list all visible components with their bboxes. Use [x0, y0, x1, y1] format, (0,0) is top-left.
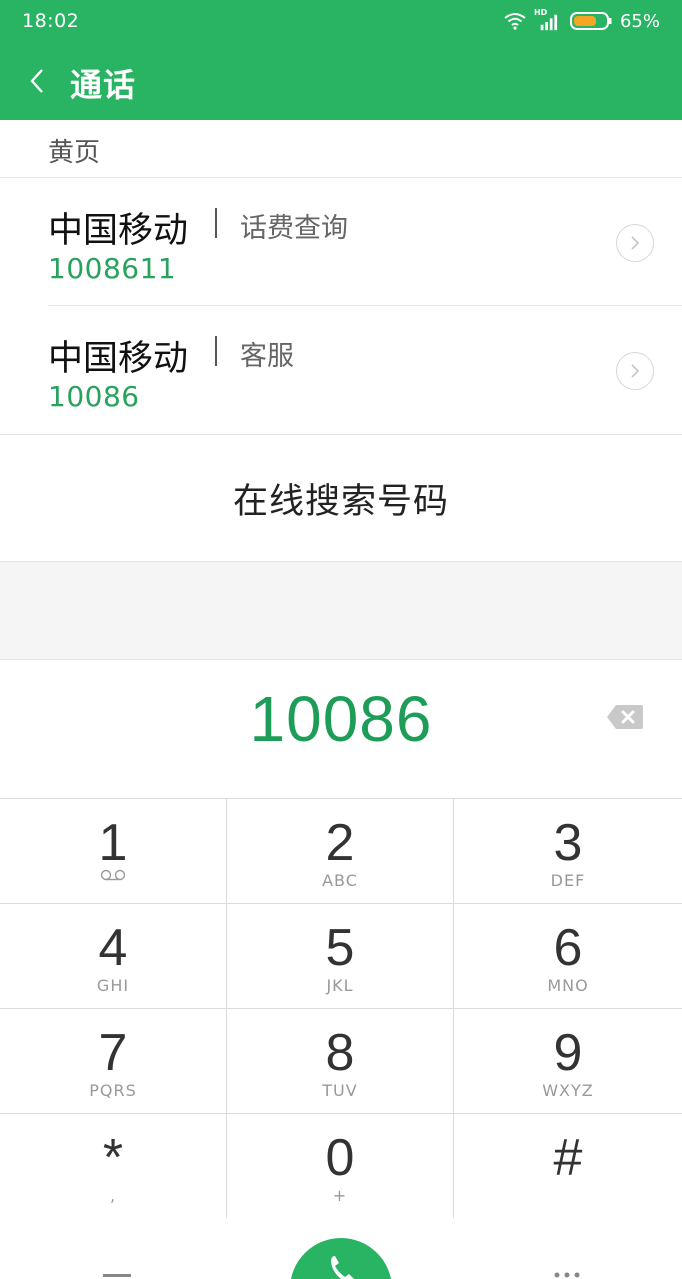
key-digit: 6 — [553, 919, 583, 977]
entry-separator — [215, 336, 217, 366]
dialed-number: 10086 — [249, 683, 433, 755]
entry-detail-button[interactable] — [616, 352, 654, 390]
key-letters: , — [109, 1186, 117, 1205]
battery-percent: 65% — [619, 10, 660, 32]
key-digit: 1 — [98, 814, 128, 872]
page-title: 通话 — [70, 66, 137, 104]
key-hash[interactable]: # — [454, 1114, 682, 1219]
entry-separator — [215, 208, 217, 238]
key-8[interactable]: 8 TUV — [227, 1009, 454, 1114]
key-digit: # — [553, 1129, 583, 1187]
key-4[interactable]: 4 GHI — [0, 904, 227, 1009]
key-digit: 8 — [325, 1024, 355, 1082]
call-button[interactable] — [290, 1238, 392, 1279]
key-digit: 3 — [553, 814, 583, 872]
entry-tag: 客服 — [240, 341, 294, 372]
section-header: 黄页 — [0, 120, 682, 178]
dialpad-icon[interactable] — [552, 1270, 582, 1279]
dial-display: 10086 — [0, 660, 682, 798]
search-online-button[interactable]: 在线搜索号码 — [0, 434, 682, 562]
entry-name: 中国移动 — [48, 339, 189, 379]
app-bar: 通话 — [0, 42, 682, 120]
key-9[interactable]: 9 WXYZ — [454, 1009, 682, 1114]
signal-indicator: HD — [534, 8, 562, 32]
bottom-bar — [0, 1218, 682, 1279]
status-icons: HD 65% — [504, 8, 660, 33]
search-online-label: 在线搜索号码 — [232, 481, 449, 522]
status-time: 18:02 — [22, 10, 80, 32]
wifi-icon — [504, 13, 526, 30]
entry-tag: 话费查询 — [240, 213, 348, 244]
dialpad: 1 2 ABC 3 DEF 4 GHI 5 JKL 6 MNO 7 PQRS 8… — [0, 798, 682, 1219]
key-digit: * — [102, 1129, 124, 1187]
key-2[interactable]: 2 ABC — [227, 799, 454, 904]
entry-name: 中国移动 — [48, 211, 189, 251]
phone-icon — [331, 1256, 354, 1279]
key-letters: GHI — [96, 976, 130, 995]
key-letters: WXYZ — [542, 1081, 594, 1100]
status-bar: 18:02 HD 65% — [0, 0, 682, 42]
key-1[interactable]: 1 — [0, 799, 227, 904]
key-digit: 0 — [325, 1129, 355, 1187]
key-6[interactable]: 6 MNO — [454, 904, 682, 1009]
yellow-page-entry[interactable]: 中国移动 客服 10086 — [0, 306, 682, 434]
key-0[interactable]: 0 + — [227, 1114, 454, 1219]
entry-number: 1008611 — [48, 252, 177, 285]
key-digit: 2 — [325, 814, 355, 872]
key-letters: + — [332, 1186, 348, 1205]
back-button[interactable] — [22, 62, 52, 100]
battery-icon — [569, 12, 612, 30]
key-7[interactable]: 7 PQRS — [0, 1009, 227, 1114]
chevron-right-icon — [631, 364, 640, 378]
signal-icon — [540, 14, 558, 31]
key-digit: 5 — [325, 919, 355, 977]
key-letters: DEF — [550, 871, 586, 890]
key-letters: MNO — [547, 976, 589, 995]
key-digit: 7 — [98, 1024, 128, 1082]
key-letters: TUV — [322, 1081, 358, 1100]
key-digit: 4 — [98, 919, 128, 977]
key-star[interactable]: * , — [0, 1114, 227, 1219]
menu-icon[interactable] — [103, 1274, 131, 1279]
chevron-right-icon — [631, 236, 640, 250]
key-digit: 9 — [553, 1024, 583, 1082]
key-letters: PQRS — [89, 1081, 137, 1100]
entry-detail-button[interactable] — [616, 224, 654, 262]
backspace-icon[interactable] — [606, 704, 644, 730]
chevron-left-icon — [30, 69, 43, 93]
entry-number: 10086 — [48, 380, 140, 413]
section-title: 黄页 — [48, 138, 101, 168]
voicemail-icon — [0, 869, 226, 885]
yellow-page-entry[interactable]: 中国移动 话费查询 1008611 — [0, 178, 682, 306]
key-5[interactable]: 5 JKL — [227, 904, 454, 1009]
spacer — [0, 562, 682, 660]
key-letters: ABC — [322, 871, 358, 890]
key-letters: JKL — [326, 976, 354, 995]
key-3[interactable]: 3 DEF — [454, 799, 682, 904]
